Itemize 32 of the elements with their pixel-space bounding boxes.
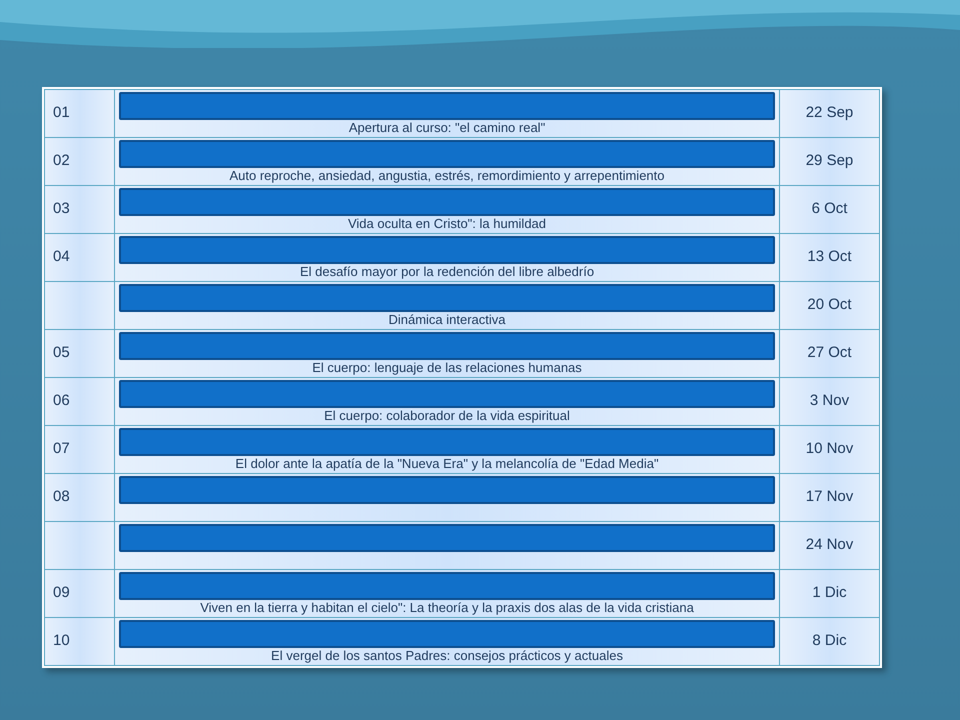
session-date: 22 Sep bbox=[806, 104, 854, 122]
session-number: 03 bbox=[53, 200, 70, 218]
session-title: Viven en la tierra y habitan el cielo": La theoría y la praxis dos alas de la vida cristiana bbox=[200, 600, 694, 615]
session-title: El vergel de los santos Padres: consejos prácticos y actuales bbox=[271, 648, 623, 663]
session-number: 07 bbox=[53, 440, 70, 458]
session-number: 09 bbox=[53, 584, 70, 602]
session-number: 02 bbox=[53, 152, 70, 170]
session-number: 10 bbox=[53, 632, 70, 650]
session-title: Auto reproche, ansiedad, angustia, estrés, remordimiento y arrepentimiento bbox=[229, 168, 664, 183]
session-date: 29 Sep bbox=[806, 152, 854, 170]
session-title: Apertura al curso: "el camino real" bbox=[348, 120, 546, 135]
session-title: El cuerpo: colaborador de la vida espiritual bbox=[324, 408, 570, 423]
session-title: El cuerpo: lenguaje de las relaciones humanas bbox=[312, 360, 582, 375]
session-number: 05 bbox=[53, 344, 70, 362]
session-date: 17 Nov bbox=[806, 488, 854, 506]
session-title: Dinámica interactiva bbox=[388, 312, 506, 327]
session-number: 04 bbox=[53, 248, 70, 266]
session-title: El desafío mayor por la redención del libre albedrío bbox=[300, 264, 594, 279]
session-title: Vida oculta en Cristo": la humildad bbox=[348, 216, 546, 231]
session-date: 1 Dic bbox=[812, 584, 847, 602]
session-title: El dolor ante la apatía de la "Nueva Era" y la melancolía de "Edad Media" bbox=[235, 456, 659, 471]
session-date: 10 Nov bbox=[806, 440, 854, 458]
session-date: 24 Nov bbox=[806, 536, 854, 554]
session-date: 20 Oct bbox=[807, 296, 852, 314]
session-date: 8 Dic bbox=[812, 632, 847, 650]
session-date: 13 Oct bbox=[807, 248, 852, 266]
session-date: 3 Nov bbox=[810, 392, 850, 410]
session-date: 6 Oct bbox=[812, 200, 848, 218]
session-number: 01 bbox=[53, 104, 70, 122]
session-date: 27 Oct bbox=[807, 344, 852, 362]
session-number: 08 bbox=[53, 488, 70, 506]
session-number: 06 bbox=[53, 392, 70, 410]
